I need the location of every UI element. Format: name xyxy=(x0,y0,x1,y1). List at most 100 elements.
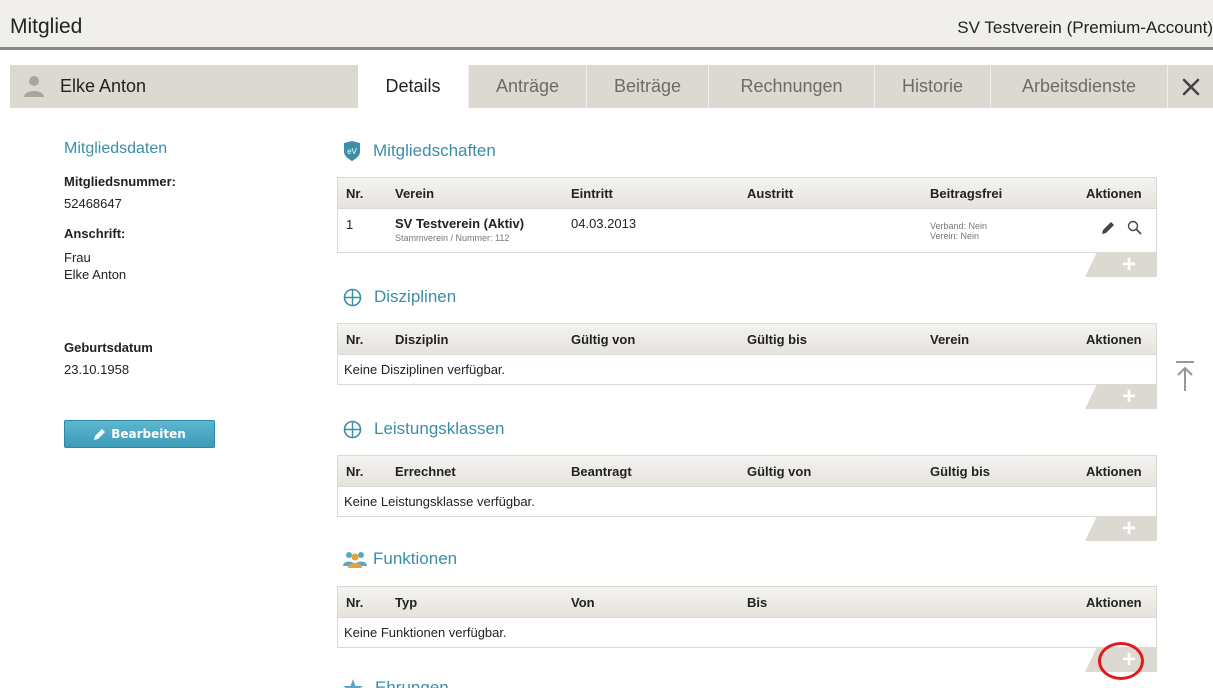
col-nr: Nr. xyxy=(346,595,364,610)
tab-arbeitsdienste[interactable]: Arbeitsdienste xyxy=(990,65,1167,108)
empty-message: Keine Leistungsklasse verfügbar. xyxy=(344,494,535,509)
col-aktionen: Aktionen xyxy=(1086,186,1142,201)
disciplines-header: Disziplinen xyxy=(343,287,456,307)
functions-table: Nr. Typ Von Bis Aktionen Keine Funktione… xyxy=(337,586,1157,648)
memberships-title: Mitgliedschaften xyxy=(373,141,496,160)
col-nr: Nr. xyxy=(346,332,364,347)
col-aktionen: Aktionen xyxy=(1086,595,1142,610)
col-gueltig-bis: Gültig bis xyxy=(747,332,807,347)
col-verein: Verein xyxy=(395,186,435,201)
tab-historie[interactable]: Historie xyxy=(874,65,990,108)
col-errechnet: Errechnet xyxy=(395,464,456,479)
svg-text:eV: eV xyxy=(347,147,357,156)
add-class-button[interactable]: + xyxy=(1085,517,1157,541)
edit-button[interactable]: Bearbeiten xyxy=(64,420,215,448)
disciplines-title: Disziplinen xyxy=(374,287,457,306)
classes-header: Leistungsklassen xyxy=(343,419,504,439)
row-eintritt: 04.03.2013 xyxy=(571,216,637,231)
functions-title: Funktionen xyxy=(373,549,458,568)
empty-row: Keine Disziplinen verfügbar. xyxy=(338,355,1156,385)
col-beitragsfrei: Beitragsfrei xyxy=(930,186,1003,201)
col-beantragt: Beantragt xyxy=(571,464,632,479)
page-title: Mitglied xyxy=(10,15,83,38)
plus-icon: + xyxy=(1121,515,1136,542)
row-nr: 1 xyxy=(346,217,354,232)
col-gueltig-bis: Gültig bis xyxy=(930,464,990,479)
plus-icon: + xyxy=(1121,383,1136,410)
col-nr: Nr. xyxy=(346,464,364,479)
member-header: Elke Anton xyxy=(22,75,146,97)
tab-bar: Elke Anton Details Anträge Beiträge Rech… xyxy=(10,65,1213,108)
col-aktionen: Aktionen xyxy=(1086,332,1142,347)
col-bis: Bis xyxy=(747,595,768,610)
birthdate: 23.10.1958 xyxy=(64,362,130,377)
honors-header: Ehrungen xyxy=(343,678,449,688)
row-verein: SV Testverein (Aktiv) xyxy=(395,216,525,231)
row-beitragsfrei-2: Verein: Nein xyxy=(930,231,980,241)
col-disziplin: Disziplin xyxy=(395,332,449,347)
table-header: Nr. Typ Von Bis Aktionen xyxy=(338,587,1156,618)
member-name: Elke Anton xyxy=(60,75,147,96)
magnifier-icon xyxy=(1127,220,1142,235)
close-icon xyxy=(1182,78,1199,95)
tab-rechnungen[interactable]: Rechnungen xyxy=(708,65,874,108)
member-number: 52468647 xyxy=(64,196,122,211)
col-verein: Verein xyxy=(930,332,970,347)
disciplines-table: Nr. Disziplin Gültig von Gültig bis Vere… xyxy=(337,323,1157,385)
tab-antraege[interactable]: Anträge xyxy=(468,65,586,108)
people-icon xyxy=(343,552,367,568)
view-row-button[interactable] xyxy=(1127,220,1142,238)
col-nr: Nr. xyxy=(346,186,364,201)
address-line-1: Frau xyxy=(64,250,91,265)
close-button[interactable] xyxy=(1167,65,1213,108)
plus-icon: + xyxy=(1121,251,1136,278)
row-verein-sub: Stammverein / Nummer: 112 xyxy=(395,233,510,243)
honors-title: Ehrungen xyxy=(375,678,449,688)
col-gueltig-von: Gültig von xyxy=(571,332,636,347)
empty-row: Keine Leistungsklasse verfügbar. xyxy=(338,487,1156,517)
shield-ev-icon: eV xyxy=(344,141,360,161)
col-eintritt: Eintritt xyxy=(571,186,613,201)
functions-header: Funktionen xyxy=(343,549,457,569)
table-header: Nr. Verein Eintritt Austritt Beitragsfre… xyxy=(338,178,1156,209)
col-von: Von xyxy=(571,595,595,610)
account-name: SV Testverein (Premium-Account) xyxy=(957,18,1213,37)
empty-message: Keine Disziplinen verfügbar. xyxy=(344,362,506,377)
address-label: Anschrift: xyxy=(64,226,126,241)
table-header: Nr. Disziplin Gültig von Gültig bis Vere… xyxy=(338,324,1156,355)
member-number-label: Mitgliedsnummer: xyxy=(64,174,176,189)
address-line-2: Elke Anton xyxy=(64,267,127,282)
memberships-table: Nr. Verein Eintritt Austritt Beitragsfre… xyxy=(337,177,1157,253)
empty-message: Keine Funktionen verfügbar. xyxy=(344,625,507,640)
crosshair-icon xyxy=(343,420,362,438)
user-icon xyxy=(24,76,44,97)
add-membership-button[interactable]: + xyxy=(1085,253,1157,277)
pencil-icon xyxy=(94,428,106,440)
crosshair-icon xyxy=(343,288,362,306)
classes-title: Leistungsklassen xyxy=(374,419,505,438)
col-aktionen: Aktionen xyxy=(1086,464,1142,479)
birthdate-label: Geburtsdatum xyxy=(64,340,153,355)
top-bar: Mitglied SV Testverein (Premium-Account) xyxy=(0,0,1213,50)
tab-beitraege[interactable]: Beiträge xyxy=(586,65,708,108)
table-row: 1 SV Testverein (Aktiv) Stammverein / Nu… xyxy=(338,209,1156,252)
member-data-title: Mitgliedsdaten xyxy=(64,140,168,157)
col-typ: Typ xyxy=(395,595,418,610)
table-header: Nr. Errechnet Beantragt Gültig von Gülti… xyxy=(338,456,1156,487)
highlight-marker xyxy=(1098,642,1144,680)
col-gueltig-von: Gültig von xyxy=(747,464,812,479)
edit-row-button[interactable] xyxy=(1101,221,1115,238)
pencil-icon xyxy=(1102,222,1114,234)
col-austritt: Austritt xyxy=(747,186,794,201)
add-discipline-button[interactable]: + xyxy=(1085,385,1157,409)
edit-button-label: Bearbeiten xyxy=(111,427,186,441)
row-beitragsfrei-1: Verband: Nein xyxy=(930,221,988,231)
tab-details[interactable]: Details xyxy=(358,65,468,108)
arrow-up-bar-icon xyxy=(1176,361,1194,391)
memberships-header: eV Mitgliedschaften xyxy=(343,141,496,161)
empty-row: Keine Funktionen verfügbar. xyxy=(338,618,1156,648)
scroll-to-top-button[interactable] xyxy=(1174,360,1196,392)
member-data-panel: Mitgliedsdaten Mitgliedsnummer: 52468647… xyxy=(64,140,264,448)
classes-table: Nr. Errechnet Beantragt Gültig von Gülti… xyxy=(337,455,1157,517)
star-icon xyxy=(343,678,363,688)
